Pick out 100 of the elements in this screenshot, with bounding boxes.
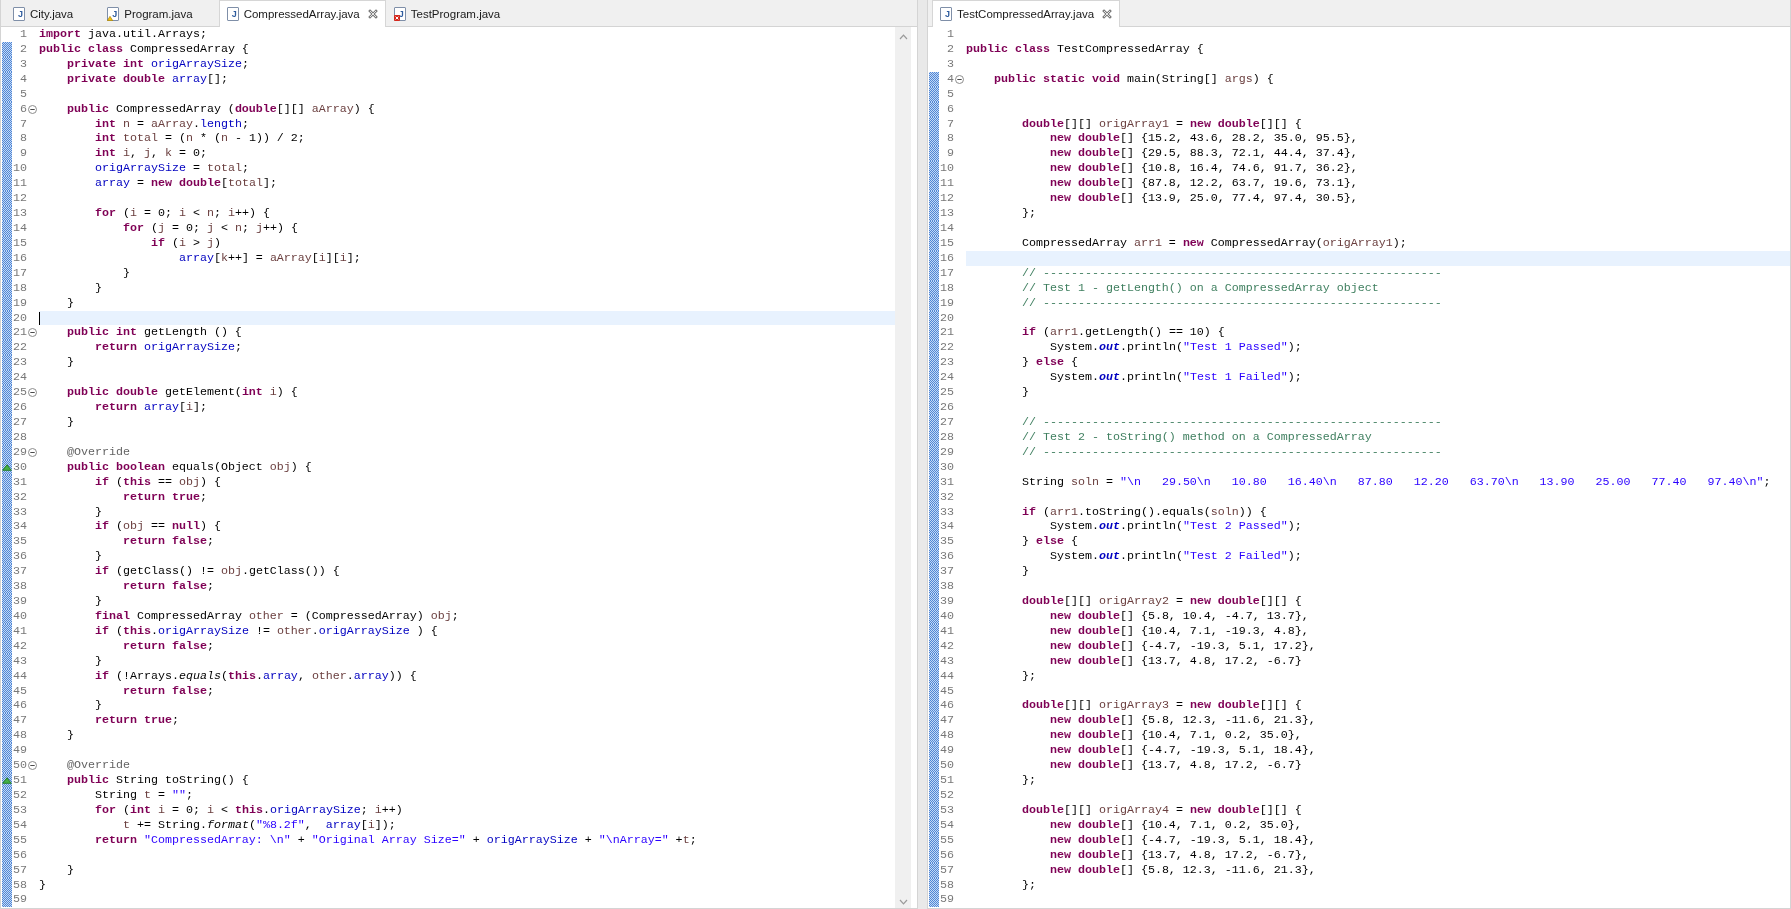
line-number: 1 — [946, 27, 954, 42]
editor-tab[interactable]: J City.java — [5, 0, 100, 27]
code-line: // Test 1 - getLength() on a CompressedArray object — [1021, 280, 1379, 296]
code-line: if (getClass() != obj.getClass()) { — [94, 564, 340, 580]
line-number: 40 — [12, 608, 27, 624]
code-line: new double[] {87.8, 12.2, 63.7, 19.6, 73.1}, — [1049, 176, 1358, 192]
line-number: 57 — [939, 862, 954, 878]
code-line: new double[] {13.9, 25.0, 77.4, 97.4, 30.5}, — [1049, 191, 1358, 207]
line-number: 20 — [12, 310, 27, 326]
code-line: new double[] {-4.7, -19.3, 5.1, 17.2}, — [1049, 638, 1316, 654]
code-line: private int origArraySize; — [67, 56, 249, 72]
line-number: 23 — [939, 355, 954, 371]
code-line: new double[] {10.4, 7.1, 0.2, 35.0}, — [1049, 728, 1302, 744]
editor-tab[interactable]: J TestCompressedArray.java — [932, 0, 1121, 27]
code-line: System.out.println("Test 1 Failed"); — [1049, 370, 1302, 386]
line-number: 13 — [939, 206, 954, 221]
line-number: 14 — [939, 221, 954, 236]
line-number: 46 — [939, 698, 954, 714]
code-line: } — [94, 504, 102, 520]
code-line: System.out.println("Test 2 Failed"); — [1049, 549, 1302, 565]
code-line: return true; — [94, 713, 179, 729]
line-number: 17 — [12, 265, 27, 281]
code-line: double[][] origArray3 = new double[][] { — [1021, 698, 1302, 714]
code-line: @Override — [67, 758, 130, 774]
collapse-icon[interactable] — [27, 388, 37, 398]
line-number: 36 — [939, 549, 954, 565]
collapse-icon[interactable] — [27, 761, 37, 771]
code-line: new double[] {13.7, 4.8, 17.2, -6.7} — [1049, 653, 1302, 669]
line-number: 32 — [12, 489, 27, 505]
line-number: 18 — [939, 280, 954, 296]
line-number: 53 — [939, 802, 954, 818]
line-number: 34 — [12, 519, 27, 535]
code-line: array[k++] = aArray[i][i]; — [178, 250, 361, 266]
line-number: 2 — [19, 41, 27, 57]
code-line: int i, j, k = 0; — [94, 146, 207, 162]
code-line: if (obj == null) { — [94, 519, 221, 535]
line-number: 10 — [12, 161, 27, 177]
line-number: 19 — [939, 295, 954, 311]
java-file-icon: J — [13, 7, 25, 21]
code-line: } — [67, 295, 74, 311]
collapse-icon[interactable] — [27, 104, 37, 114]
code-line: String t = ""; — [94, 788, 193, 803]
line-number: 10 — [939, 161, 954, 177]
line-number: 31 — [939, 474, 954, 490]
code-line: } else { — [1021, 534, 1078, 550]
line-number: 40 — [939, 608, 954, 624]
close-icon[interactable] — [367, 9, 378, 19]
line-number: 58 — [12, 877, 27, 893]
line-number: 22 — [939, 340, 954, 356]
code-line: return false; — [122, 579, 214, 595]
code-line: double[][] origArray1 = new double[][] { — [1021, 116, 1302, 132]
collapse-icon[interactable] — [27, 328, 37, 338]
code-line: } — [94, 549, 102, 565]
code-line: new double[] {13.7, 4.8, 17.2, -6.7} — [1049, 758, 1302, 774]
line-number: 21 — [12, 325, 27, 341]
line-number: 9 — [19, 146, 27, 162]
line-number: 15 — [12, 235, 27, 251]
code-line: int total = (n * (n - 1)) / 2; — [94, 131, 305, 147]
line-number: 21 — [939, 325, 954, 341]
code-line: if (!Arrays.equals(this.array, other.array)) { — [94, 668, 417, 684]
line-number: 58 — [939, 877, 954, 893]
code-line: @Override — [67, 444, 130, 460]
line-number: 12 — [939, 191, 954, 207]
line-number: 42 — [12, 638, 27, 654]
editor-tab[interactable]: J Program.java — [99, 0, 219, 27]
line-number: 8 — [19, 131, 27, 147]
line-number: 57 — [12, 862, 27, 878]
line-number: 41 — [939, 623, 954, 639]
line-number: 35 — [12, 534, 27, 550]
collapse-icon[interactable] — [27, 447, 37, 457]
line-number: 50 — [12, 758, 27, 774]
line-number: 47 — [12, 713, 27, 729]
code-line: private double array[]; — [67, 71, 228, 87]
code-line: } — [1021, 385, 1029, 401]
code-line: return "CompressedArray: \n" + "Original Array Size=" + origArraySize + "\nArray=" +t; — [94, 832, 697, 848]
line-number: 3 — [19, 56, 27, 72]
line-number: 38 — [12, 579, 27, 595]
line-number: 45 — [12, 683, 27, 699]
editor-tab[interactable]: J TestProgram.java — [385, 0, 527, 27]
line-number: 11 — [12, 176, 27, 192]
line-number: 20 — [939, 310, 954, 326]
editor-tab[interactable]: J CompressedArray.java — [218, 0, 386, 27]
line-number: 1 — [19, 27, 27, 42]
close-icon[interactable] — [1102, 9, 1113, 19]
line-number: 23 — [12, 355, 27, 371]
code-line: }; — [1021, 668, 1036, 684]
code-line: return false; — [122, 638, 214, 654]
line-number: 54 — [12, 817, 27, 833]
line-number: 5 — [946, 86, 954, 102]
code-line: t += String.format("%8.2f", array[i]); — [122, 817, 396, 833]
line-number: 59 — [12, 892, 27, 908]
line-number: 37 — [939, 564, 954, 580]
line-number: 29 — [12, 444, 27, 460]
line-number: 32 — [939, 489, 954, 505]
java-file-icon: J — [226, 7, 239, 21]
code-line: array = new double[total]; — [94, 176, 277, 192]
code-line: if (this.origArraySize != other.origArraySize ) { — [94, 623, 438, 639]
collapse-icon[interactable] — [954, 74, 964, 84]
code-line: new double[] {5.8, 12.3, -11.6, 21.3}, — [1049, 713, 1316, 729]
code-line: new double[] {5.8, 12.3, -11.6, 21.3}, — [1049, 862, 1316, 878]
